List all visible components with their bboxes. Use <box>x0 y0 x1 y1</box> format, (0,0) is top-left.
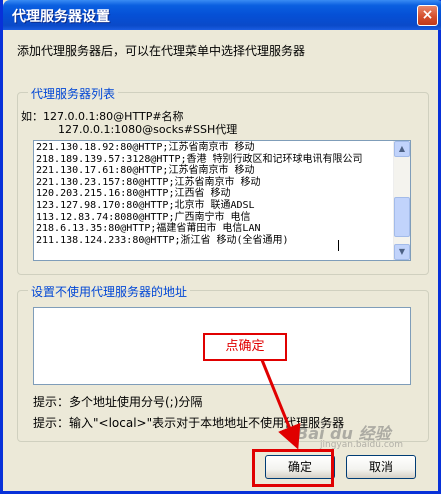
proxy-list-scrollbar[interactable]: ▲ ▼ <box>393 141 410 260</box>
title-bar[interactable]: 代理服务器设置 × <box>3 0 441 30</box>
proxy-entries: 221.130.18.92:80@HTTP;江苏省南京市 移动 218.189.… <box>36 142 363 246</box>
bypass-legend: 设置不使用代理服务器的地址 <box>28 283 191 300</box>
proxy-entry: 123.127.98.170:80@HTTP;北京市 联通ADSL <box>36 199 255 211</box>
scroll-up-icon[interactable]: ▲ <box>394 141 410 157</box>
proxy-format-example: 如：127.0.0.1:80@HTTP#名称 127.0.0.1:1080@so… <box>21 110 237 136</box>
annotation-highlight-box <box>252 449 334 487</box>
proxy-entry: 221.130.17.61:80@HTTP;江苏省南京市 移动 <box>36 165 255 177</box>
proxy-entry: 211.138.124.233:80@HTTP;浙江省 移动(全省通用) <box>36 234 289 246</box>
scrollbar-thumb[interactable] <box>394 197 410 237</box>
window-title: 代理服务器设置 <box>12 9 110 25</box>
text-caret <box>338 240 339 251</box>
close-icon[interactable]: × <box>417 5 438 26</box>
cancel-button[interactable]: 取消 <box>346 455 416 479</box>
dialog-description: 添加代理服务器后，可以在代理菜单中选择代理服务器 <box>17 44 306 58</box>
proxy-entry: 218.189.139.57:3128@HTTP;香港 特别行政区和记环球电讯有… <box>36 153 363 165</box>
proxy-entry: 218.6.13.35:80@HTTP;福建省莆田市 电信LAN <box>36 223 261 235</box>
proxy-list-textarea[interactable]: 221.130.18.92:80@HTTP;江苏省南京市 移动 218.189.… <box>33 140 411 261</box>
proxy-entry: 221.130.18.92:80@HTTP;江苏省南京市 移动 <box>36 142 255 153</box>
scroll-down-icon[interactable]: ▼ <box>394 244 410 260</box>
proxy-entry: 221.130.23.157:80@HTTP;江苏省南京市 移动 <box>36 176 261 188</box>
example-line-1: 如：127.0.0.1:80@HTTP#名称 <box>21 110 184 123</box>
proxy-entry: 113.12.83.74:8080@HTTP;广西南宁市 电信 <box>36 211 251 223</box>
annotation-callout: 点确定 <box>203 333 287 361</box>
proxy-entry: 120.203.215.16:80@HTTP;江西省 移动 <box>36 188 231 200</box>
proxy-list-legend: 代理服务器列表 <box>28 85 119 102</box>
separator-tip: 提示：多个地址使用分号(;)分隔 <box>33 395 203 409</box>
example-line-2: 127.0.0.1:1080@socks#SSH代理 <box>58 123 238 136</box>
